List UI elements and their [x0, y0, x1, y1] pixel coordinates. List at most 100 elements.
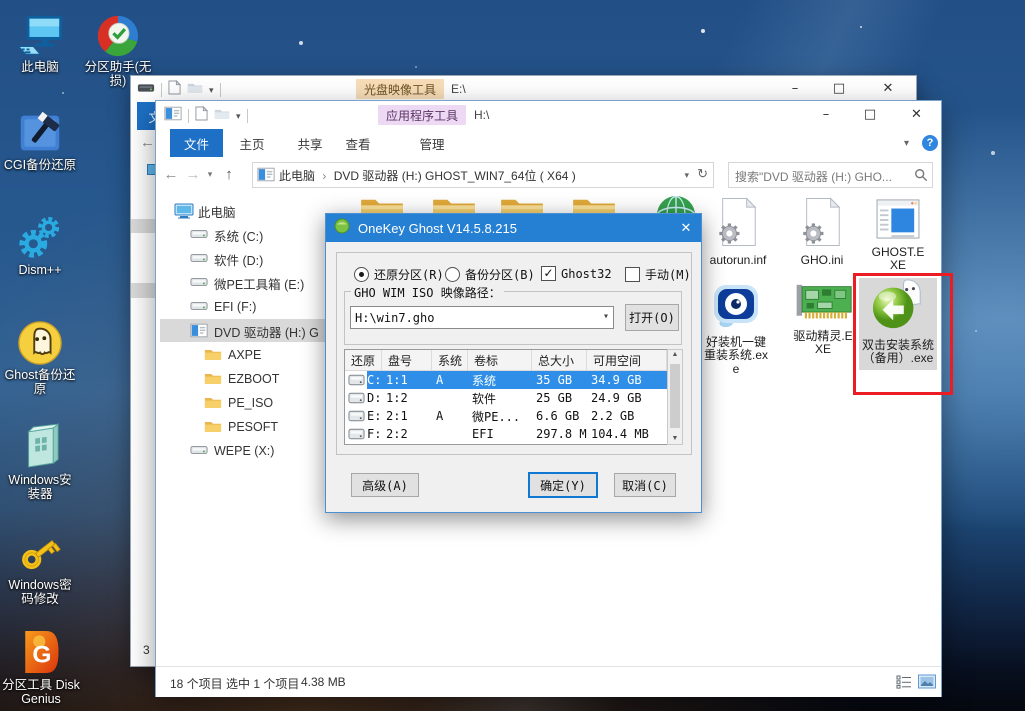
breadcrumb-current[interactable]: DVD 驱动器 (H:) GHOST_WIN7_64位 ( X64 ): [334, 169, 576, 183]
table-row[interactable]: C: 1:1 A 系统 35 GB 34.9 GB: [345, 371, 667, 389]
desktop-icon-5[interactable]: Windows安装器: [4, 421, 76, 502]
desktop-icon-label: Windows密码修改: [8, 578, 72, 607]
desktop-icon-2[interactable]: CGI备份还原: [2, 106, 78, 172]
folder-mini-icon: [204, 395, 224, 411]
column-header-还原[interactable]: 还原: [345, 350, 382, 370]
radio-icon[interactable]: [445, 267, 460, 282]
maximize-button[interactable]: □: [848, 102, 892, 127]
desktop-icon-4[interactable]: Ghost备份还原: [4, 316, 76, 397]
desktop-icon-3[interactable]: Dism++: [8, 211, 72, 277]
file-item-GHO.ini[interactable]: GHO.ini: [787, 197, 857, 267]
maximize-button[interactable]: □: [817, 76, 861, 101]
file-item-驱动精灵.EXE[interactable]: 驱动精灵.EXE: [792, 283, 854, 357]
help-icon[interactable]: ?: [922, 135, 938, 151]
titlebar: ▾ 应用程序工具 H:\ – □ ✕: [156, 101, 941, 129]
open-button[interactable]: 打开(O): [625, 304, 679, 331]
chevron-down-icon[interactable]: ▾: [209, 85, 214, 96]
sidebar-item-EZBOOT[interactable]: EZBOOT: [204, 369, 279, 389]
sidebar-item-AXPE[interactable]: AXPE: [204, 345, 261, 365]
ribbon-collapse-icon[interactable]: ▾: [904, 138, 909, 149]
up-arrow-icon[interactable]: ↑: [218, 163, 240, 185]
table-scrollbar[interactable]: ▲ ▼: [667, 349, 683, 445]
column-header-卷标[interactable]: 卷标: [468, 350, 532, 370]
file-item-autorun.inf[interactable]: autorun.inf: [701, 197, 775, 267]
table-row[interactable]: E: 2:1 A 微PE... 6.6 GB 2.2 GB: [345, 407, 667, 425]
list-view-icon[interactable]: [896, 675, 912, 692]
address-dropdown-icon[interactable]: ▾: [684, 170, 689, 181]
radio-还原分区(R)[interactable]: 还原分区(R): [354, 266, 444, 283]
desktop-icon-0[interactable]: 此电脑: [8, 8, 72, 74]
checkbox-icon[interactable]: ✓: [541, 266, 556, 281]
search-box[interactable]: 搜索"DVD 驱动器 (H:) GHO...: [728, 162, 933, 188]
table-header[interactable]: 还原 盘号 系统 卷标 总大小 可用空间: [345, 350, 667, 371]
address-bar-row: ← → ▾ ↑ 此电脑 › DVD 驱动器 (H:) GHOST_WIN7_64…: [156, 157, 941, 191]
breadcrumb-root[interactable]: 此电脑: [279, 169, 315, 183]
sidebar-item-此电脑[interactable]: 此电脑: [174, 201, 236, 221]
minimize-button[interactable]: –: [804, 102, 848, 127]
back-arrow-icon[interactable]: ←: [140, 134, 155, 151]
table-row[interactable]: D: 1:2 软件 25 GB 24.9 GB: [345, 389, 667, 407]
column-header-盘号[interactable]: 盘号: [382, 350, 432, 370]
config-file-icon: [715, 197, 761, 252]
partition-table[interactable]: 还原 盘号 系统 卷标 总大小 可用空间 C: 1:1 A 系统 35 GB 34.9 GB D: 1…: [344, 349, 668, 445]
button-高级(A)[interactable]: 高级(A): [351, 473, 419, 497]
search-input[interactable]: 搜索"DVD 驱动器 (H:) GHO...: [735, 168, 907, 185]
tab-共享[interactable]: 共享: [288, 129, 332, 157]
forward-arrow-icon[interactable]: →: [182, 163, 204, 185]
checkbox-icon[interactable]: [625, 267, 640, 282]
tab-文件[interactable]: 文件: [170, 129, 224, 157]
tab-查看[interactable]: 查看: [336, 129, 380, 157]
breadcrumb[interactable]: 此电脑 › DVD 驱动器 (H:) GHOST_WIN7_64位 ( X64 …: [279, 167, 576, 184]
sidebar-item-EFI (F:)[interactable]: EFI (F:): [190, 297, 256, 317]
back-arrow-icon[interactable]: ←: [160, 163, 182, 185]
tab-主页[interactable]: 主页: [230, 129, 274, 157]
search-icon[interactable]: [914, 168, 928, 187]
address-box[interactable]: 此电脑 › DVD 驱动器 (H:) GHOST_WIN7_64位 ( X64 …: [252, 162, 714, 188]
image-path-value[interactable]: H:\win7.gho: [355, 311, 434, 325]
folder-icon[interactable]: [214, 107, 230, 125]
tab-管理[interactable]: 管理: [410, 129, 454, 157]
scrollbar-thumb[interactable]: [670, 364, 680, 428]
minimize-button[interactable]: –: [773, 76, 817, 101]
button-取消(C)[interactable]: 取消(C): [614, 473, 676, 497]
table-cell: 34.9 GB: [591, 373, 642, 387]
close-button[interactable]: ✕: [892, 102, 941, 127]
close-icon[interactable]: ✕: [671, 214, 701, 242]
status-bar: 18 个项目 选中 1 个项目 4.38 MB: [156, 666, 941, 697]
radio-icon[interactable]: [354, 267, 369, 282]
sidebar-item-WEPE (X:)[interactable]: WEPE (X:): [190, 441, 274, 461]
sidebar-item-软件 (D:)[interactable]: 软件 (D:): [190, 249, 263, 269]
refresh-icon[interactable]: ↻: [697, 166, 708, 182]
combo-dropdown-icon[interactable]: ▾: [603, 311, 609, 322]
scroll-down-icon[interactable]: ▼: [668, 434, 682, 444]
radio-备份分区(B)[interactable]: 备份分区(B): [445, 266, 535, 283]
navigation-pane: 此电脑 系统 (C:) 软件 (D:) 微PE工具箱 (E:) EFI (F:)…: [156, 191, 342, 666]
image-path-combobox[interactable]: H:\win7.gho ▾: [350, 306, 614, 329]
sidebar-item-微PE工具箱 (E:)[interactable]: 微PE工具箱 (E:): [190, 273, 304, 293]
file-item-好装机一键重装系统.exe[interactable]: 好装机一键重装系统.exe: [703, 281, 769, 376]
new-file-icon[interactable]: [168, 79, 182, 100]
thumbnail-view-icon[interactable]: [918, 674, 936, 692]
column-header-可用空间[interactable]: 可用空间: [587, 350, 667, 370]
file-item-GHOST.EXE[interactable]: GHOST.EXE: [869, 199, 927, 273]
column-header-系统[interactable]: 系统: [432, 350, 468, 370]
close-button[interactable]: ✕: [861, 76, 915, 101]
column-header-总大小[interactable]: 总大小: [532, 350, 587, 370]
sidebar-item-DVD 驱动器 (H:) G[interactable]: DVD 驱动器 (H:) G: [190, 321, 319, 341]
sidebar-item-系统 (C:)[interactable]: 系统 (C:): [190, 225, 263, 245]
button-确定(Y)[interactable]: 确定(Y): [528, 472, 598, 498]
sidebar-item-PE_ISO[interactable]: PE_ISO: [204, 393, 273, 413]
chevron-down-icon[interactable]: ▾: [236, 111, 241, 122]
folder-mini-icon: [204, 371, 224, 387]
sidebar-item-PESOFT[interactable]: PESOFT: [204, 417, 278, 437]
desktop-icon-6[interactable]: Windows密码修改: [4, 526, 76, 607]
desktop-icon-7[interactable]: G 分区工具 DiskGenius: [2, 626, 80, 707]
recent-locations-icon[interactable]: ▾: [204, 167, 216, 181]
checkbox-手动(M)[interactable]: 手动(M): [625, 266, 691, 283]
checkbox-Ghost32[interactable]: ✓ Ghost32: [541, 266, 612, 281]
folder-icon[interactable]: [187, 81, 203, 99]
scroll-up-icon[interactable]: ▲: [668, 350, 682, 360]
ribbon-tab-row: 文件 主页 共享 查看 管理 ▾ ?: [156, 129, 941, 158]
new-file-icon[interactable]: [195, 105, 209, 126]
table-row[interactable]: F: 2:2 EFI 297.8 MB 104.4 MB: [345, 425, 667, 443]
